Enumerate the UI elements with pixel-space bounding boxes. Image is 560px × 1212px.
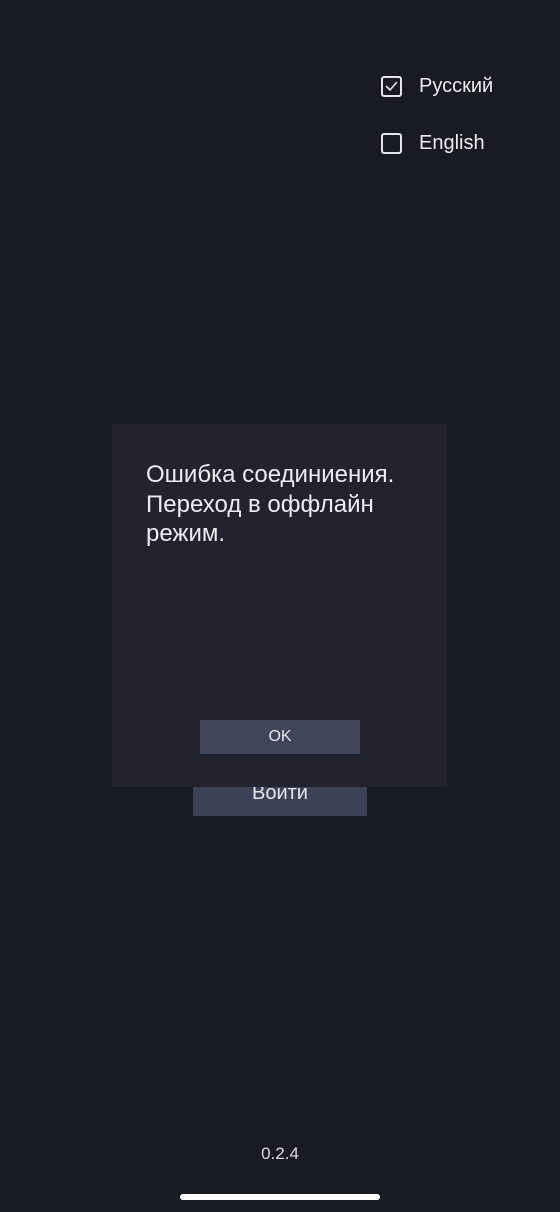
dialog-message: Ошибка соединиения. Переход в оффлайн ре… (146, 461, 395, 547)
home-indicator[interactable] (180, 1194, 380, 1200)
ok-button[interactable]: OK (200, 720, 360, 754)
error-dialog: Ошибка соединиения. Переход в оффлайн ре… (112, 424, 447, 787)
language-option-english[interactable]: English (381, 130, 485, 156)
checkbox-checked-icon[interactable] (381, 75, 402, 97)
language-label-russian: Русский (419, 74, 494, 97)
ok-button-label: OK (268, 728, 292, 745)
checkbox-unchecked-icon[interactable] (381, 132, 402, 154)
app-version: 0.2.4 (261, 1144, 299, 1163)
language-label-english: English (419, 131, 485, 154)
language-option-russian[interactable]: Русский (381, 73, 493, 99)
